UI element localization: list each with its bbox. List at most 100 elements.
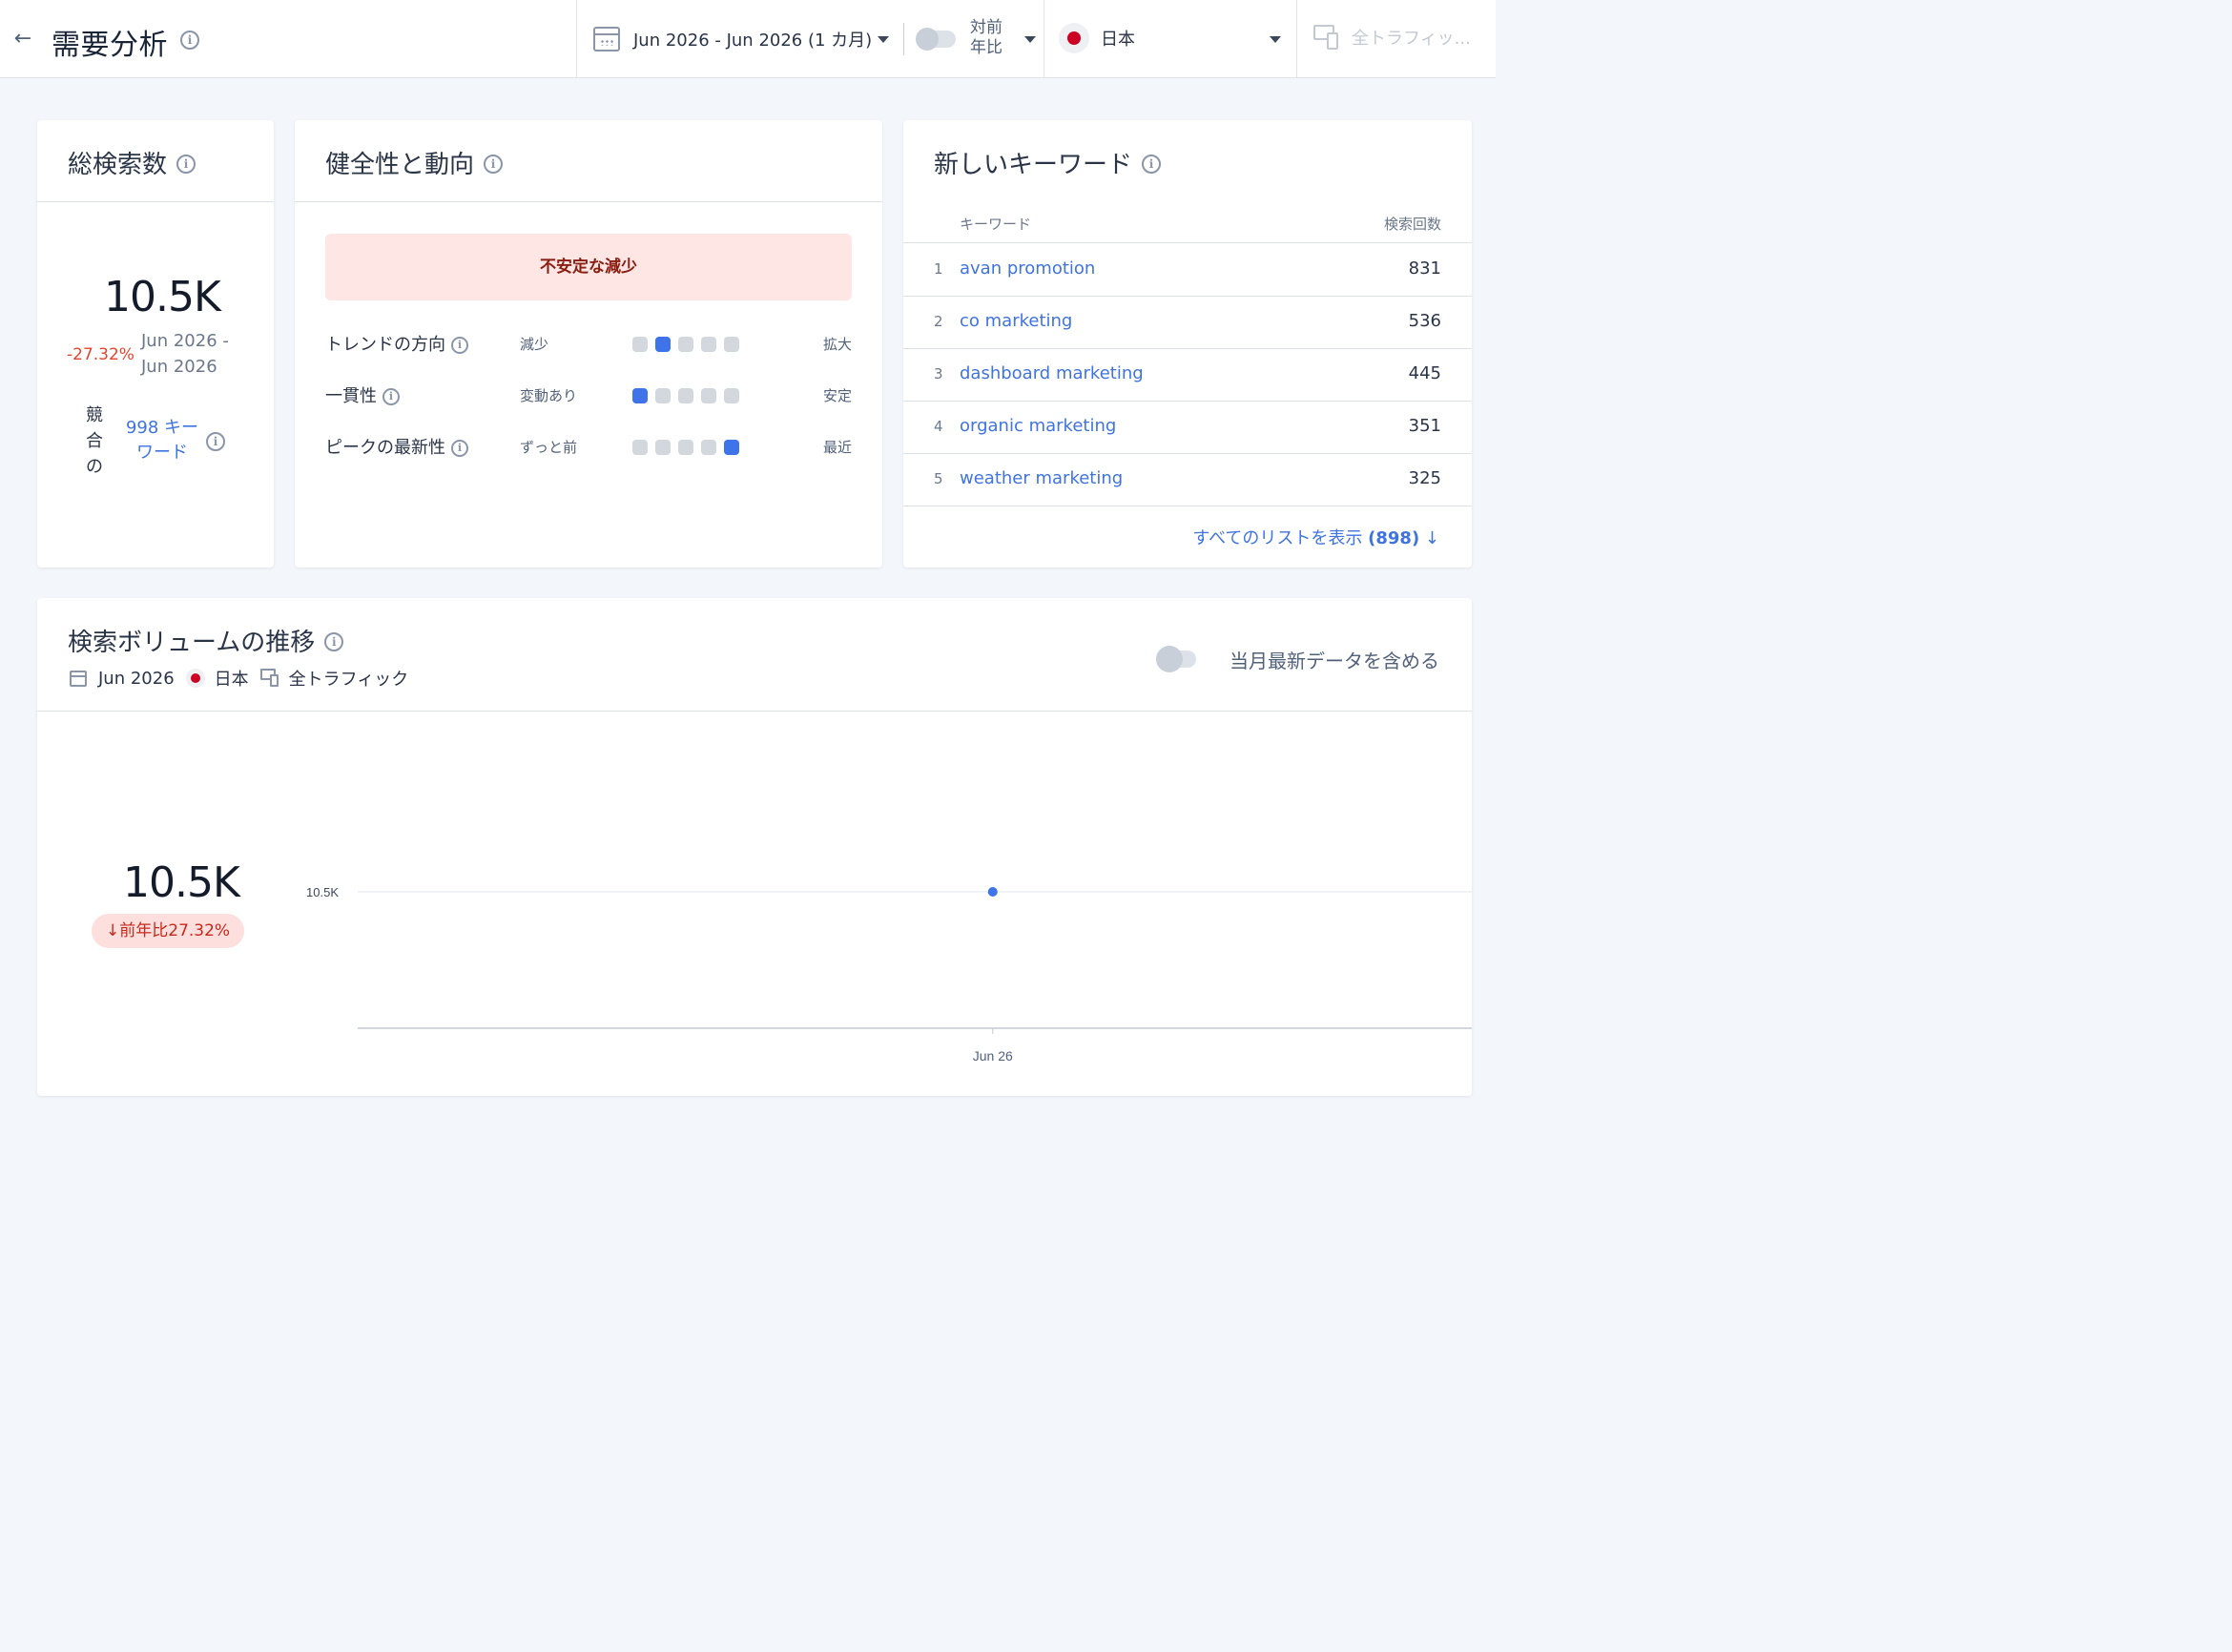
- rank: 4: [934, 418, 943, 435]
- rank: 3: [934, 365, 943, 382]
- scale-dot: [678, 388, 693, 403]
- include-latest-label: 当月最新データを含める: [1230, 650, 1439, 672]
- metric-scale: [632, 388, 739, 403]
- column-header-keyword: キーワード: [960, 216, 1032, 233]
- scale-dot: [678, 440, 693, 455]
- volume: 351: [1408, 416, 1441, 436]
- info-icon[interactable]: i: [451, 337, 468, 354]
- traffic-selector[interactable]: 全トラフィッ...: [1313, 25, 1471, 50]
- calendar-icon: [70, 670, 87, 687]
- scale-dot: [724, 440, 739, 455]
- card-header: 総検索数 i: [37, 120, 274, 202]
- competitor-label: 競合の: [86, 405, 103, 477]
- volume: 536: [1408, 311, 1441, 331]
- metric-low-label: 変動あり: [520, 387, 578, 404]
- metric-consistency: 一貫性 i 変動あり 安定: [325, 381, 852, 409]
- change-percent: -27.32%: [67, 345, 134, 364]
- traffic-label: 全トラフィッ...: [1352, 29, 1471, 49]
- japan-flag-icon: [1059, 23, 1089, 53]
- volume: 831: [1408, 258, 1441, 279]
- rank: 5: [934, 470, 943, 487]
- metric-label: トレンドの方向 i: [325, 331, 468, 356]
- total-value: 10.5K: [104, 273, 221, 321]
- metric-high-label: 拡大: [822, 336, 852, 353]
- metric-label: 一貫性 i: [325, 382, 400, 407]
- competitor-keywords-link[interactable]: 998 キーワード: [124, 416, 200, 465]
- scale-dot: [632, 388, 648, 403]
- info-icon[interactable]: i: [1142, 154, 1162, 174]
- country-selector[interactable]: 日本: [1059, 23, 1135, 53]
- health-trend-card: 健全性と動向 i 不安定な減少 トレンドの方向 i 減少 拡大 一貫性 i 変動あり …: [295, 120, 882, 568]
- devices-icon: [1313, 25, 1340, 50]
- metric-scale: [632, 337, 739, 352]
- meta-traffic: 全トラフィック: [288, 670, 409, 690]
- scale-dot: [655, 388, 671, 403]
- view-all-count: (898): [1368, 528, 1420, 548]
- scale-dot: [632, 440, 648, 455]
- view-all-link[interactable]: すべてのリストを表示 (898) ↓: [1192, 525, 1439, 549]
- japan-flag-icon: [185, 669, 205, 688]
- yoy-label: 対前年比: [970, 18, 1002, 57]
- scale-dot: [724, 388, 739, 403]
- metric-trend-direction: トレンドの方向 i 減少 拡大: [325, 329, 852, 358]
- keyword-link[interactable]: dashboard marketing: [960, 363, 1144, 383]
- country-name: 日本: [1101, 30, 1135, 50]
- volume: 325: [1408, 468, 1441, 488]
- arrow-down-icon: ↓: [106, 921, 120, 940]
- info-icon[interactable]: i: [451, 440, 468, 457]
- info-icon[interactable]: i: [176, 154, 196, 174]
- column-header-volume[interactable]: 検索回数: [1384, 214, 1441, 234]
- card-header: 新しいキーワード i: [903, 120, 1472, 202]
- scale-dot: [701, 337, 716, 352]
- divider: [37, 711, 1472, 712]
- table-row: 2 co marketing 536: [903, 297, 1472, 349]
- table-row: 1 avan promotion 831: [903, 244, 1472, 297]
- arrow-down-icon: ↓: [1424, 528, 1439, 548]
- calendar-icon: [593, 27, 620, 52]
- yoy-chevron-down-icon[interactable]: [1024, 36, 1036, 43]
- y-tick-label: 10.5K: [306, 885, 339, 899]
- info-icon[interactable]: i: [484, 154, 504, 174]
- card-title: 健全性と動向 i: [325, 145, 504, 180]
- volume-value: 10.5K: [123, 858, 240, 907]
- scale-dot: [701, 440, 716, 455]
- divider: [903, 23, 904, 55]
- table-row: 4 organic marketing 351: [903, 402, 1472, 454]
- header-divider: [1296, 0, 1297, 78]
- info-icon[interactable]: i: [324, 631, 344, 651]
- card-title: 検索ボリュームの推移 i: [68, 623, 344, 658]
- top-header: ← 需要分析 i Jun 2026 - Jun 2026 (1 カ月) 対前年比…: [0, 0, 1496, 78]
- period-text: Jun 2026 - Jun 2026: [141, 331, 229, 377]
- keyword-link[interactable]: co marketing: [960, 311, 1072, 331]
- scale-dot: [724, 337, 739, 352]
- table-row: 5 weather marketing 325: [903, 454, 1472, 506]
- info-icon[interactable]: i: [206, 432, 225, 451]
- info-icon[interactable]: i: [382, 388, 400, 405]
- keyword-link[interactable]: organic marketing: [960, 416, 1116, 436]
- scale-dot: [678, 337, 693, 352]
- scale-dot: [655, 440, 671, 455]
- new-keywords-card: 新しいキーワード i キーワード 検索回数 1 avan promotion 83…: [903, 120, 1472, 568]
- chevron-down-icon: [878, 35, 890, 43]
- metric-label: ピークの最新性 i: [325, 434, 468, 459]
- keywords-table-header: キーワード 検索回数: [903, 202, 1472, 243]
- x-tick-label: Jun 26: [973, 1048, 1013, 1063]
- info-icon[interactable]: i: [180, 31, 199, 50]
- card-header: 健全性と動向 i: [295, 120, 882, 202]
- country-chevron-down-icon[interactable]: [1270, 36, 1281, 43]
- include-latest-toggle[interactable]: [1156, 646, 1196, 672]
- page-title: 需要分析: [52, 29, 168, 62]
- back-arrow-icon[interactable]: ←: [10, 25, 36, 53]
- chart-filters-summary: Jun 2026 日本 全トラフィック: [70, 666, 408, 691]
- date-range-picker[interactable]: Jun 2026 - Jun 2026 (1 カ月): [593, 25, 890, 53]
- keyword-link[interactable]: avan promotion: [960, 258, 1095, 279]
- meta-date: Jun 2026: [98, 668, 175, 689]
- volume: 445: [1408, 363, 1441, 383]
- health-status-badge: 不安定な減少: [325, 234, 852, 300]
- yoy-toggle[interactable]: [916, 28, 956, 51]
- total-searches-card: 総検索数 i 10.5K -27.32% Jun 2026 - Jun 2026 …: [37, 120, 274, 568]
- table-row: 3 dashboard marketing 445: [903, 349, 1472, 402]
- keyword-link[interactable]: weather marketing: [960, 468, 1123, 488]
- metric-low-label: ずっと前: [520, 439, 578, 456]
- scale-dot: [655, 337, 671, 352]
